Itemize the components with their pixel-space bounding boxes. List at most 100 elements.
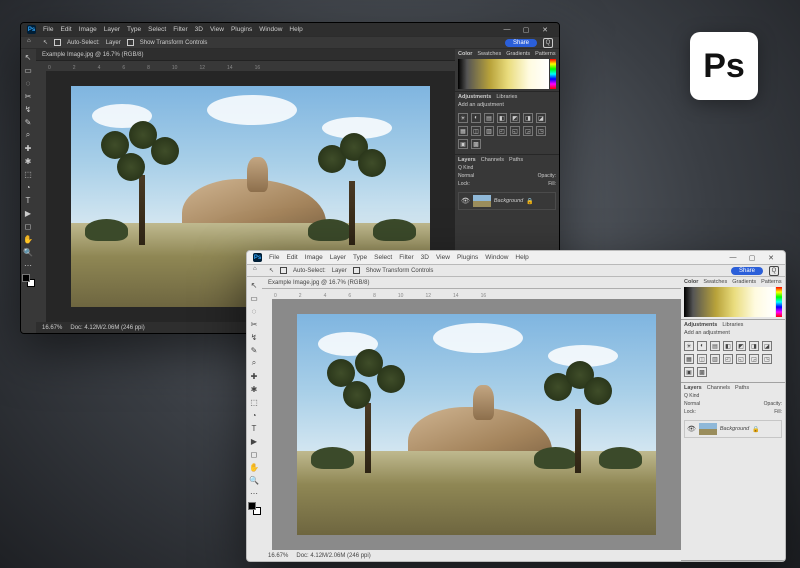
menu-filter[interactable]: Filter [399,254,413,261]
menu-select[interactable]: Select [148,26,166,33]
canvas-area[interactable] [272,299,681,550]
marquee-tool[interactable]: ▭ [248,292,260,304]
menu-3d[interactable]: 3D [421,254,429,261]
move-tool-icon[interactable]: ↖ [269,267,274,274]
close-icon[interactable]: ✕ [763,254,779,262]
adj-select-icon[interactable]: ▣ [458,139,468,149]
maximize-icon[interactable]: ▢ [518,26,534,34]
adj-mixer-icon[interactable]: ▥ [710,354,720,364]
adj-vibrance-icon[interactable]: ◩ [736,341,746,351]
color-picker[interactable] [684,287,782,317]
blend-mode-dropdown[interactable]: Normal [458,173,474,179]
adj-photo-icon[interactable]: ◫ [471,126,481,136]
layer-filter[interactable]: Q Kind [458,165,473,171]
adj-photo-icon[interactable]: ◫ [697,354,707,364]
wand-tool[interactable]: ↯ [22,103,34,115]
adj-vibrance-icon[interactable]: ◩ [510,113,520,123]
adj-bw-icon[interactable]: ▦ [458,126,468,136]
adj-gradmap-icon[interactable]: ▩ [697,367,707,377]
adj-brightness-icon[interactable]: ☀ [684,341,694,351]
type-tool[interactable]: T [22,194,34,206]
tab-paths[interactable]: Paths [735,385,749,391]
brush-tool[interactable]: ✎ [22,116,34,128]
transform-controls-checkbox[interactable] [127,39,134,46]
home-icon[interactable]: ⌂ [27,38,37,48]
tab-adjustments[interactable]: Adjustments [458,94,491,100]
path-tool[interactable]: ▶ [22,207,34,219]
path-tool[interactable]: ▶ [248,435,260,447]
adj-bw-icon[interactable]: ▦ [684,354,694,364]
hue-slider[interactable] [776,287,782,317]
adj-levels-icon[interactable]: ◐ [471,113,481,123]
adj-invert-icon[interactable]: ◱ [736,354,746,364]
tab-patterns[interactable]: Patterns [761,279,781,285]
menu-type[interactable]: Type [353,254,367,261]
crop-tool[interactable]: ✂ [248,318,260,330]
ps-logo-icon[interactable]: Ps [253,253,262,262]
menu-help[interactable]: Help [289,26,302,33]
tab-gradients[interactable]: Gradients [506,51,530,57]
menu-image[interactable]: Image [305,254,323,261]
adj-poster-icon[interactable]: ◲ [523,126,533,136]
wand-tool[interactable]: ↯ [248,331,260,343]
hue-slider[interactable] [550,59,556,89]
adj-hue-icon[interactable]: ◨ [523,113,533,123]
adj-colorbal-icon[interactable]: ◪ [762,341,772,351]
home-icon[interactable]: ⌂ [253,266,263,276]
adj-lookup-icon[interactable]: ◰ [723,354,733,364]
eyedropper-tool[interactable]: ⌕ [22,129,34,141]
clone-tool[interactable]: ✱ [22,155,34,167]
search-icon[interactable]: Q [543,38,553,48]
adj-hue-icon[interactable]: ◨ [749,341,759,351]
tab-libraries[interactable]: Libraries [722,322,743,328]
tab-channels[interactable]: Channels [481,157,504,163]
menu-view[interactable]: View [436,254,450,261]
tab-paths[interactable]: Paths [509,157,523,163]
zoom-level[interactable]: 16.67% [42,325,62,331]
adj-exposure-icon[interactable]: ◧ [497,113,507,123]
fill-label[interactable]: Fill: [774,409,782,415]
layer-background[interactable]: 👁 Background 🔒 [458,192,556,210]
minimize-icon[interactable]: — [499,26,515,34]
menu-select[interactable]: Select [374,254,392,261]
adj-levels-icon[interactable]: ◐ [697,341,707,351]
share-button[interactable]: Share [731,267,763,275]
tab-patterns[interactable]: Patterns [535,51,555,57]
zoom-tool[interactable]: 🔍 [22,246,34,258]
adj-curves-icon[interactable]: ▤ [484,113,494,123]
menu-plugins[interactable]: Plugins [457,254,478,261]
blend-mode-dropdown[interactable]: Normal [684,401,700,407]
adj-select-icon[interactable]: ▣ [684,367,694,377]
menu-view[interactable]: View [210,26,224,33]
color-picker[interactable] [458,59,556,89]
type-tool[interactable]: T [248,422,260,434]
menu-file[interactable]: File [43,26,53,33]
adj-thresh-icon[interactable]: ◳ [536,126,546,136]
adj-poster-icon[interactable]: ◲ [749,354,759,364]
dodge-tool[interactable]: ◔ [22,181,34,193]
gradient-tool[interactable]: ⬚ [248,396,260,408]
lock-icon[interactable]: 🔒 [752,426,759,433]
adj-gradmap-icon[interactable]: ▩ [471,139,481,149]
tab-adjustments[interactable]: Adjustments [684,322,717,328]
opacity-label[interactable]: Opacity: [764,401,782,407]
document-tab[interactable]: Example Image.jpg @ 16.7% (RGB/8) [262,277,681,289]
tab-channels[interactable]: Channels [707,385,730,391]
adj-brightness-icon[interactable]: ☀ [458,113,468,123]
adj-lookup-icon[interactable]: ◰ [497,126,507,136]
brush-tool[interactable]: ✎ [248,344,260,356]
move-tool[interactable]: ↖ [248,279,260,291]
auto-select-checkbox[interactable] [54,39,61,46]
menu-layer[interactable]: Layer [104,26,120,33]
heal-tool[interactable]: ✚ [22,142,34,154]
lock-icon[interactable]: 🔒 [526,198,533,205]
tab-layers[interactable]: Layers [684,385,702,391]
lasso-tool[interactable]: ◌ [22,77,34,89]
auto-select-checkbox[interactable] [280,267,287,274]
adj-exposure-icon[interactable]: ◧ [723,341,733,351]
menu-filter[interactable]: Filter [173,26,187,33]
adj-curves-icon[interactable]: ▤ [710,341,720,351]
more-tools[interactable]: ⋯ [248,487,260,499]
visibility-icon[interactable]: 👁 [687,425,696,433]
fill-label[interactable]: Fill: [548,181,556,187]
